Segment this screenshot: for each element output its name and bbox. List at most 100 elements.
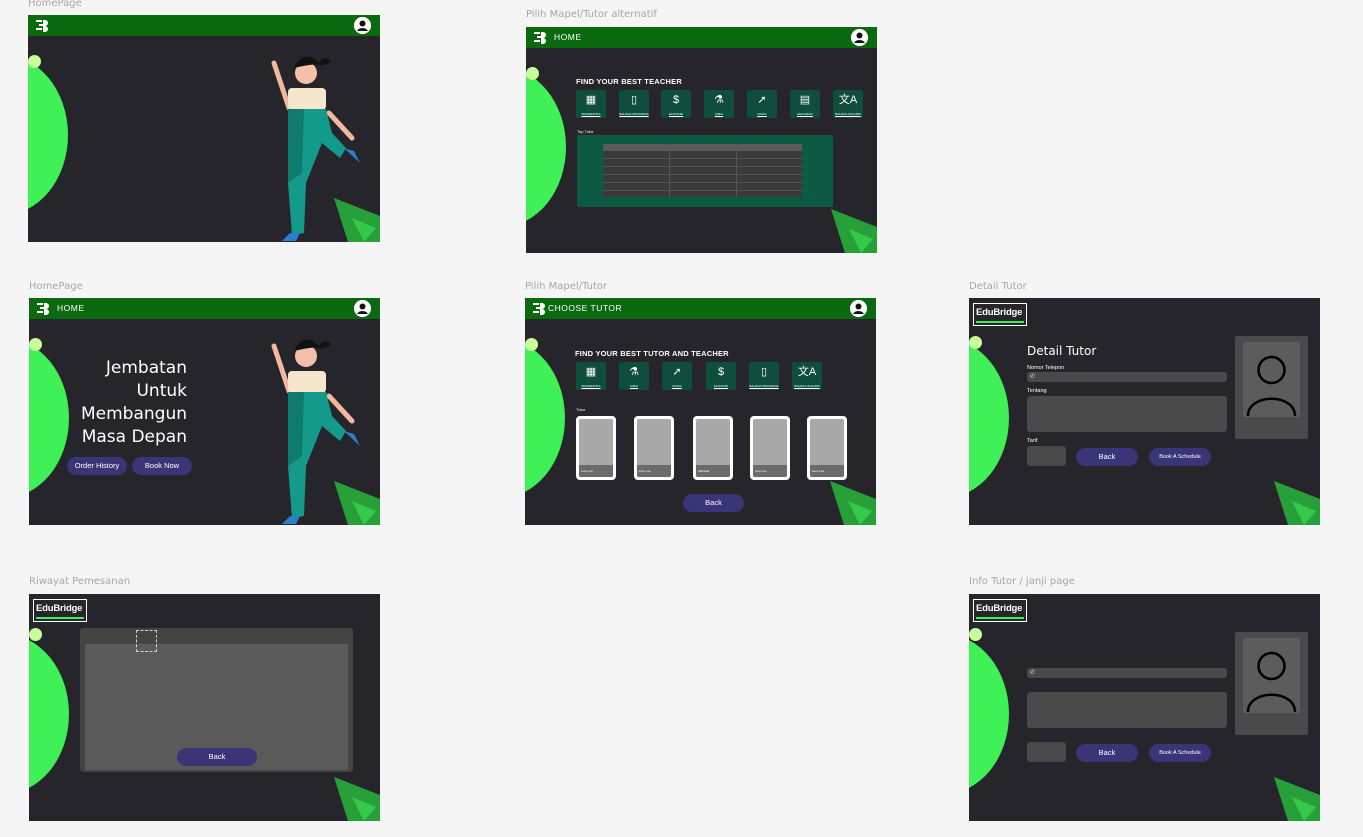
decor-green-circle [969,338,1009,498]
decor-green-circle [28,55,68,215]
subject-bahasa-inggris[interactable]: 文A BAHASA INGGRIS [792,362,822,390]
decor-dot [29,628,42,641]
subject-bahasa-inggris[interactable]: 文A BAHASA INGGRIS [833,90,863,118]
rocket-icon: ➚ [757,94,767,106]
frame-label-history: Riwayat Pemesanan [29,576,131,587]
page-title: CHOOSE TUTOR [548,303,623,313]
subject-label: BAHASA INGGRIS [835,112,861,116]
subject-label: FISIKA [672,384,682,388]
decor-dot [28,55,41,68]
tutor-card[interactable]: Hani Lua [807,416,847,480]
subject-label: MATEMATIKA [581,384,601,388]
phone-field[interactable]: ✆ [1027,668,1227,678]
frame-label-home2: HomePage [29,281,83,292]
decor-green-circle [526,67,566,227]
subject-label: MATEMATIKA [581,112,601,116]
subject-bahasa-indonesia[interactable]: ▯ BAHASA INDONESIA [749,362,779,390]
tutor-card[interactable]: Marisela [693,416,733,480]
subject-label: BAHASA INGGRIS [794,384,820,388]
subject-label: FISIKA [757,112,767,116]
brand-text: EduBridge [36,603,83,614]
rate-field[interactable] [1027,446,1066,466]
tutor-card[interactable]: Lulu Lua [634,416,674,480]
tutor-name: Lulu Lua [753,465,787,477]
logo-icon [34,18,48,33]
subject-ekonomi[interactable]: $ EKONOMI [661,90,691,118]
subject-geografi[interactable]: ▤ GEOGRAFI [790,90,820,118]
decor-triangle [334,481,380,525]
logo-icon [531,301,545,316]
frame-label-home1: HomePage [28,0,82,9]
tutor-photo-box [1235,632,1308,735]
subject-kimia[interactable]: ⚗ KIMIA [704,90,734,118]
placeholder-frame [136,630,157,652]
section-heading: FIND YOUR BEST TUTOR AND TEACHER [575,349,729,358]
hero-line: Untuk [136,381,187,401]
book-schedule-button[interactable]: Book A Schedule [1149,448,1211,466]
person-icon [1246,651,1297,713]
decor-green-circle [29,634,69,794]
table-row-line [603,166,802,167]
frame-riwayat-pemesanan: EduBridge Back [29,594,380,821]
subject-fisika[interactable]: ➚ FISIKA [747,90,777,118]
subject-label: EKONOMI [668,112,684,116]
back-button[interactable]: Back [1076,744,1138,762]
frame-detail-tutor: EduBridge Detail Tutor Nomor Telepon ✆ T… [969,298,1320,525]
decor-green-circle [525,338,565,498]
page-title: HOME [554,32,582,42]
top-tutor-table [603,144,802,197]
decor-triangle [831,209,877,253]
logo-icon [35,301,49,316]
top-bar: CHOOSE TUTOR [525,298,876,319]
table-col-line [669,144,670,197]
profile-avatar-icon[interactable] [354,17,371,34]
back-button[interactable]: Back [1076,448,1138,466]
about-field[interactable] [1027,396,1227,432]
subject-bahasa-indonesia[interactable]: ▯ BAHASA INDONESIA [619,90,649,118]
profile-avatar-icon[interactable] [851,29,868,46]
subject-label: EKONOMI [713,384,729,388]
tutor-card[interactable]: Lulu Lua [576,416,616,480]
table-row-line [603,190,802,191]
back-button[interactable]: Back [177,748,257,766]
flask-icon: ⚗ [714,94,724,106]
book-schedule-button[interactable]: Book A Schedule [1149,744,1211,762]
rate-label: Tarif [1027,438,1038,444]
phone-field[interactable]: ✆ [1027,372,1227,382]
book-icon: ▯ [630,94,638,106]
table-header [603,144,802,151]
calculator-icon: ▦ [585,94,597,106]
logo-underline [36,617,84,619]
about-label: Tentang [1027,388,1047,394]
subject-matematika[interactable]: ▦ MATEMATIKA [576,362,606,390]
phone-icon: ✆ [1030,374,1036,380]
edubridge-logo: EduBridge [973,599,1027,622]
subject-ekonomi[interactable]: $ EKONOMI [706,362,736,390]
decor-dot [969,628,982,641]
tutor-photo-box [1235,336,1308,439]
frame-label-info: Info Tutor / janji page [969,576,1075,587]
flask-icon: ⚗ [629,366,639,378]
detail-heading: Detail Tutor [1027,344,1097,358]
book-now-button[interactable]: Book Now [132,457,192,475]
subject-fisika[interactable]: ➚ FISIKA [662,362,692,390]
decor-dot [525,338,538,351]
subject-kimia[interactable]: ⚗ KIMIA [619,362,649,390]
decor-triangle [334,777,380,821]
profile-avatar-icon[interactable] [354,300,371,317]
rate-field[interactable] [1027,742,1066,762]
table-row-line [603,174,802,175]
profile-avatar-icon[interactable] [850,300,867,317]
decor-triangle [830,481,876,525]
history-panel: Back [80,628,353,772]
order-history-button[interactable]: Order History [67,457,127,475]
tutor-card[interactable]: Lulu Lua [750,416,790,480]
top-bar [28,15,380,36]
back-button[interactable]: Back [683,494,744,512]
hero-line: Membangun [80,404,187,424]
subject-matematika[interactable]: ▦ MATEMATIKA [576,90,606,118]
about-field[interactable] [1027,692,1227,728]
decor-dot [969,336,982,349]
decor-triangle [1274,777,1320,821]
frame-info-tutor: EduBridge ✆ Back Book A Schedule [969,594,1320,821]
